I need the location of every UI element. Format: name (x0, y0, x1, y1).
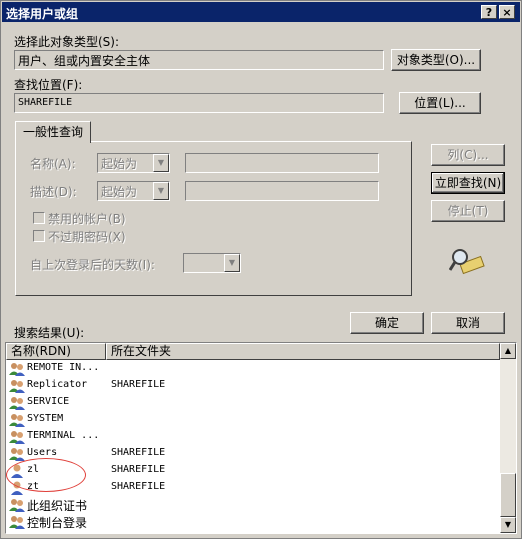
object-types-button[interactable]: 对象类型(O)... (391, 49, 481, 71)
group-icon (9, 378, 25, 393)
search-results-label: 搜索结果(U): (14, 326, 85, 340)
name-input[interactable] (185, 153, 379, 173)
group-icon (9, 514, 25, 529)
user-icon (9, 463, 25, 478)
columns-button[interactable]: 列(C)... (431, 144, 505, 166)
description-input[interactable] (185, 181, 379, 201)
row-folder: SHAREFILE (111, 464, 166, 475)
row-name: zl (27, 464, 40, 475)
name-mode-select[interactable]: 起始为 ▼ (97, 153, 170, 173)
close-button[interactable]: × (499, 5, 515, 19)
row-name: SERVICE (27, 396, 70, 407)
table-row[interactable]: Users SHAREFILE (6, 445, 496, 462)
disabled-accounts-checkbox[interactable] (33, 212, 45, 224)
location-label: 查找位置(F): (14, 78, 83, 92)
row-name: SYSTEM (27, 413, 64, 424)
row-folder: SHAREFILE (111, 379, 166, 390)
user-icon (9, 480, 25, 495)
chevron-down-icon: ▼ (153, 182, 169, 200)
row-name: TERMINAL ... (27, 430, 100, 441)
locations-button[interactable]: 位置(L)... (399, 92, 481, 114)
table-row[interactable]: 控制台登录 (6, 513, 496, 530)
table-row[interactable]: SYSTEM (6, 411, 496, 428)
chevron-down-icon: ▼ (224, 254, 240, 272)
table-row[interactable]: REMOTE IN... (6, 360, 496, 377)
days-since-login-label: 自上次登录后的天数(I): (30, 258, 155, 272)
location-field: SHAREFILE (14, 93, 384, 113)
row-name: REMOTE IN... (27, 362, 100, 373)
row-name: 此组织证书 (27, 499, 88, 513)
scroll-thumb[interactable] (500, 473, 516, 517)
group-icon (9, 412, 25, 427)
group-icon (9, 446, 25, 461)
scroll-down-icon[interactable]: ▼ (500, 517, 516, 533)
row-name: Replicator (27, 379, 88, 390)
table-row[interactable]: Replicator SHAREFILE (6, 377, 496, 394)
find-now-button[interactable]: 立即查找(N) (431, 172, 505, 194)
row-folder: SHAREFILE (111, 447, 166, 458)
column-header-name[interactable]: 名称(RDN) (6, 343, 106, 360)
row-name: Users (27, 447, 58, 458)
group-icon (9, 429, 25, 444)
object-type-label: 选择此对象类型(S): (14, 35, 120, 49)
description-mode-value: 起始为 (101, 185, 138, 199)
ok-button[interactable]: 确定 (350, 312, 424, 334)
no-expire-password-label: 不过期密码(X) (48, 230, 126, 244)
days-since-login-select[interactable]: ▼ (183, 253, 241, 273)
table-row[interactable]: TERMINAL ... (6, 428, 496, 445)
row-folder: SHAREFILE (111, 481, 166, 492)
description-label: 描述(D): (30, 185, 77, 199)
group-icon (9, 395, 25, 410)
description-mode-select[interactable]: 起始为 ▼ (97, 181, 170, 201)
column-header-folder[interactable]: 所在文件夹 (106, 343, 500, 360)
group-icon (9, 497, 25, 512)
stop-button[interactable]: 停止(T) (431, 200, 505, 222)
table-row[interactable]: zl SHAREFILE (6, 462, 496, 479)
help-button[interactable]: ? (481, 5, 497, 19)
window-title: 选择用户或组 (6, 7, 79, 21)
chevron-down-icon: ▼ (153, 154, 169, 172)
table-row[interactable]: SERVICE (6, 394, 496, 411)
scroll-up-icon[interactable]: ▲ (500, 343, 516, 359)
name-label: 名称(A): (30, 157, 76, 171)
cancel-button[interactable]: 取消 (431, 312, 505, 334)
row-name: zt (27, 481, 40, 492)
common-queries-panel: 名称(A): 起始为 ▼ 描述(D): 起始为 ▼ 禁用的帐户(B) 不过期密码… (15, 141, 412, 296)
magnifier-search-icon (449, 249, 485, 275)
object-type-field: 用户、组或内置安全主体 (14, 50, 384, 70)
tab-common-queries[interactable]: 一般性查询 (15, 121, 91, 143)
vertical-scrollbar[interactable]: ▲ ▼ (500, 343, 516, 533)
group-icon (9, 361, 25, 376)
no-expire-password-checkbox[interactable] (33, 230, 45, 242)
title-bar: 选择用户或组 ? × (2, 2, 520, 22)
row-name: 控制台登录 (27, 516, 88, 530)
disabled-accounts-label: 禁用的帐户(B) (48, 212, 126, 226)
name-mode-value: 起始为 (101, 157, 138, 171)
search-results-list[interactable]: 名称(RDN) 所在文件夹 REMOTE IN... Replicator SHAR… (5, 342, 517, 534)
table-row[interactable]: zt SHAREFILE (6, 479, 496, 496)
table-row[interactable]: 此组织证书 (6, 496, 496, 513)
